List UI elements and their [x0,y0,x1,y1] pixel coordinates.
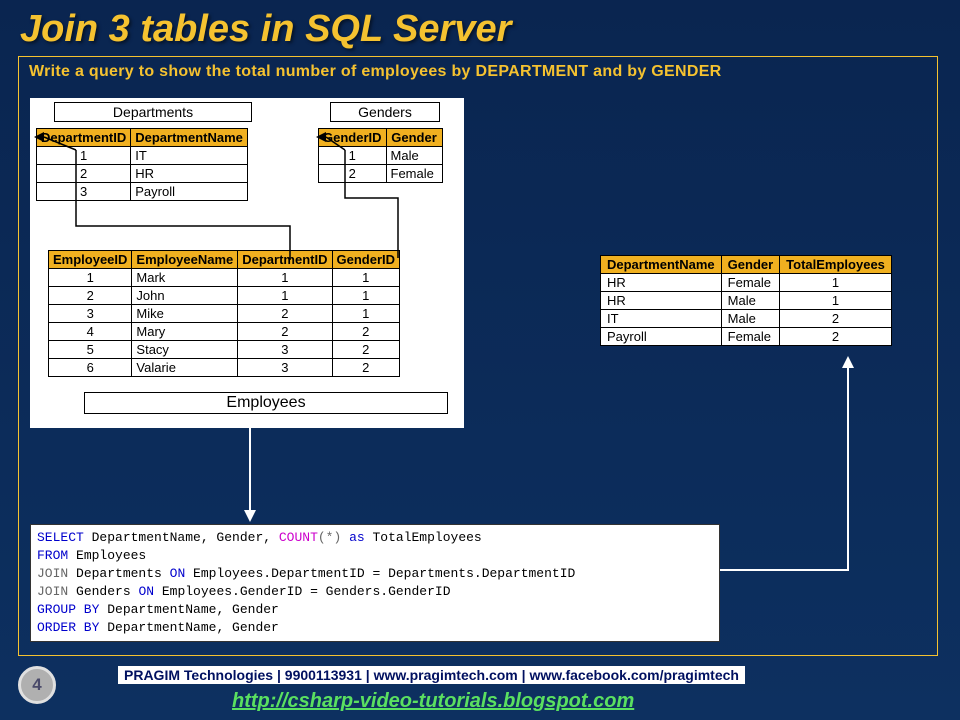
subtitle: Write a query to show the total number o… [19,57,937,87]
arrow-down-icon [240,428,260,524]
footer-credits: PRAGIM Technologies | 9900113931 | www.p… [118,666,745,684]
schema-diagram: Departments DepartmentIDDepartmentName 1… [30,98,464,428]
relationship-arrows [30,98,464,428]
page-number-badge: 4 [18,666,56,704]
slide-title: Join 3 tables in SQL Server [0,0,960,57]
result-table: DepartmentNameGenderTotalEmployees HRFem… [600,255,892,346]
sql-query: SELECT DepartmentName, Gender, COUNT(*) … [30,524,720,642]
footer-link[interactable]: http://csharp-video-tutorials.blogspot.c… [232,690,634,713]
arrow-result-icon [718,354,858,574]
